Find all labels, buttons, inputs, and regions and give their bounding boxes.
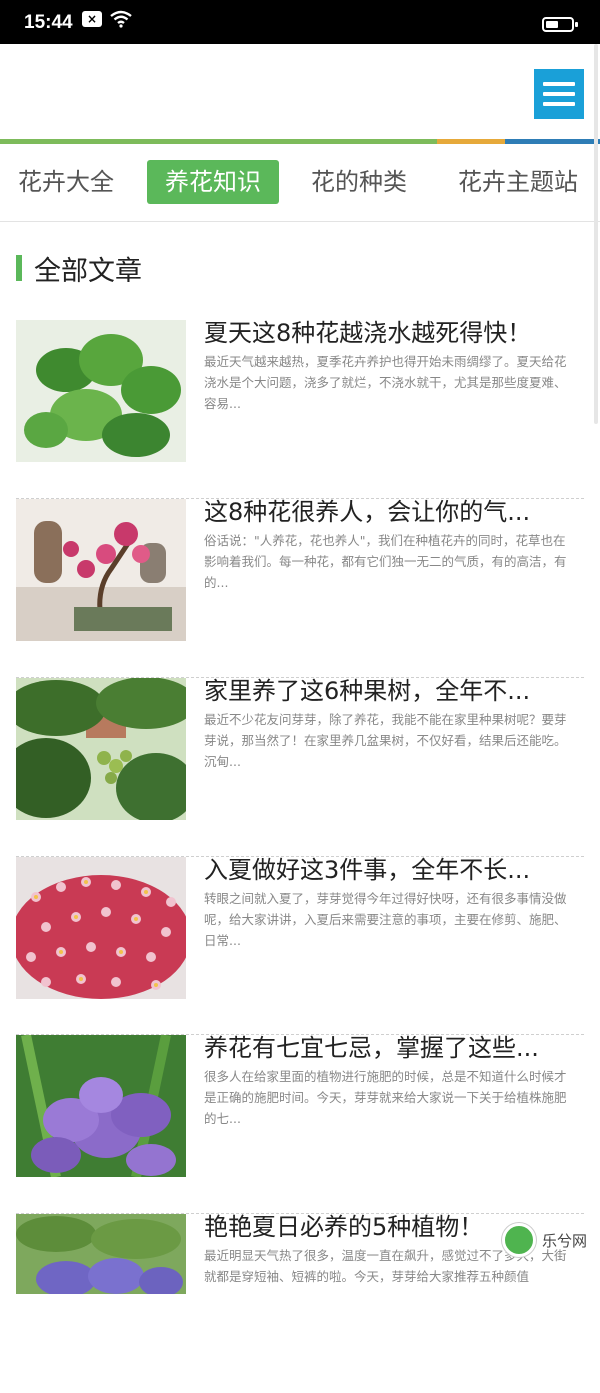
article-thumbnail[interactable] <box>16 320 186 462</box>
site-watermark: 乐兮网 <box>502 1218 598 1262</box>
article-thumbnail[interactable] <box>16 1035 186 1177</box>
menu-icon[interactable] <box>534 69 584 119</box>
status-icons: × <box>82 10 132 28</box>
article-item[interactable]: 艳艳夏日必养的5种植物！ 最近明显天气热了很多，温度一直在飙升，感觉过不了多久，… <box>16 1213 584 1393</box>
article-thumbnail[interactable] <box>16 499 186 641</box>
article-item[interactable]: 家里养了这6种果树，全年不... 最近不少花友问芽芽，除了养花，我能不能在家里种… <box>16 677 584 857</box>
article-item[interactable]: 养花有七宜七忌，掌握了这些... 很多人在给家里面的植物进行施肥的时候，总是不知… <box>16 1034 584 1214</box>
tab-flower-knowledge[interactable]: 养花知识 <box>147 160 279 204</box>
article-title[interactable]: 夏天这8种花越浇水越死得快！ <box>204 316 574 350</box>
article-list: 夏天这8种花越浇水越死得快！ 最近天气越来越热，夏季花卉养护也得开始未雨绸缪了。… <box>16 319 584 1393</box>
article-summary: 很多人在给家里面的植物进行施肥的时候，总是不知道什么时候才是正确的施肥时间。今天… <box>204 1069 567 1126</box>
article-thumbnail[interactable] <box>16 857 186 999</box>
scrollbar[interactable] <box>594 44 598 424</box>
tab-flower-topics[interactable]: 花卉主题站 <box>458 160 578 204</box>
article-title[interactable]: 家里养了这6种果树，全年不... <box>204 674 574 708</box>
section-marker <box>16 255 22 281</box>
watermark-logo-icon <box>502 1223 536 1257</box>
article-title[interactable]: 入夏做好这3件事，全年不长... <box>204 853 574 887</box>
section-heading: 全部文章 <box>16 248 142 288</box>
article-thumbnail[interactable] <box>16 1214 186 1294</box>
tab-flower-types[interactable]: 花的种类 <box>311 160 407 204</box>
status-time: 15:44 <box>24 12 73 33</box>
notification-icon: × <box>82 11 102 27</box>
article-summary: 最近天气越来越热，夏季花卉养护也得开始未雨绸缪了。夏天给花浇水是个大问题，浇多了… <box>204 354 567 411</box>
article-item[interactable]: 这8种花很养人，会让你的气... 俗话说："人养花，花也养人"，我们在种植花卉的… <box>16 498 584 678</box>
article-summary: 俗话说："人养花，花也养人"，我们在种植花卉的同时，花草也在影响着我们。每一种花… <box>204 533 567 590</box>
status-bar: 15:44 × <box>0 0 600 44</box>
site-header <box>0 44 600 140</box>
watermark-text: 乐兮网 <box>542 1231 588 1250</box>
article-title[interactable]: 养花有七宜七忌，掌握了这些... <box>204 1031 574 1065</box>
article-item[interactable]: 入夏做好这3件事，全年不长... 转眼之间就入夏了，芽芽觉得今年过得好快呀，还有… <box>16 856 584 1035</box>
article-thumbnail[interactable] <box>16 678 186 820</box>
article-title[interactable]: 这8种花很养人，会让你的气... <box>204 495 574 529</box>
section-title: 全部文章 <box>34 255 142 287</box>
article-summary: 转眼之间就入夏了，芽芽觉得今年过得好快呀，还有很多事情没做呢，给大家讲讲，入夏后… <box>204 891 567 948</box>
tab-flower-encyclopedia[interactable]: 花卉大全 <box>18 160 114 204</box>
battery-icon <box>542 17 578 32</box>
article-item[interactable]: 夏天这8种花越浇水越死得快！ 最近天气越来越热，夏季花卉养护也得开始未雨绸缪了。… <box>16 319 584 499</box>
wifi-icon <box>110 10 132 28</box>
category-tabs: 花卉大全 养花知识 花的种类 花卉主题站 <box>0 144 600 222</box>
article-summary: 最近不少花友问芽芽，除了养花，我能不能在家里种果树呢？要芽芽说，那当然了！在家里… <box>204 712 567 769</box>
